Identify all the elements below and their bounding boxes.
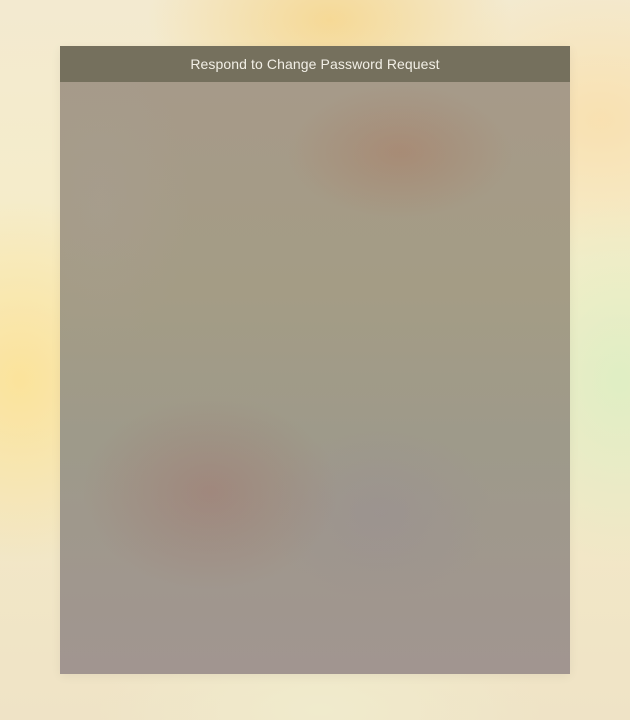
- dialog-content-area: [60, 82, 570, 674]
- window-title: Respond to Change Password Request: [190, 56, 440, 72]
- dialog-window: Respond to Change Password Request: [60, 46, 570, 674]
- desktop-background: Respond to Change Password Request: [0, 0, 630, 720]
- window-titlebar[interactable]: Respond to Change Password Request: [60, 46, 570, 82]
